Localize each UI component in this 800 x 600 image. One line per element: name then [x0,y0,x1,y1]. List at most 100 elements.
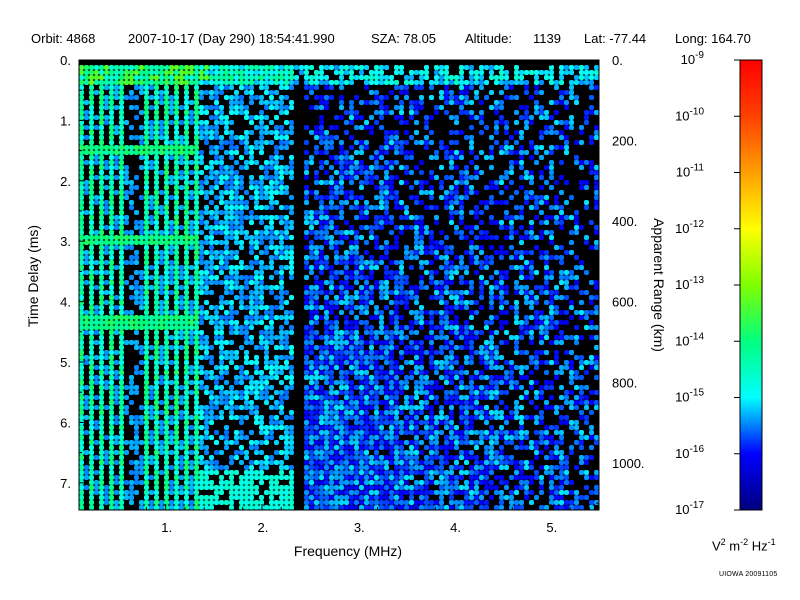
heat-cell [364,180,369,185]
heat-cell [314,135,319,140]
heat-cell [189,310,194,315]
heat-cell [259,100,264,105]
heat-cell [254,290,259,295]
heat-cell [214,500,219,505]
heat-cell [289,385,294,390]
heat-cell [379,65,384,70]
heat-cell [109,75,114,80]
heat-cell [444,175,449,180]
heat-cell [129,400,134,405]
heat-cell [264,505,269,510]
heat-cell [369,330,374,335]
heat-cell [169,395,174,400]
heat-cell [189,365,194,370]
heat-cell [339,145,344,150]
heat-cell [339,480,344,485]
heat-cell [444,435,449,440]
heat-cell [459,420,464,425]
heat-cell [259,180,264,185]
heat-cell [199,505,204,510]
heat-cell [89,265,94,270]
heat-cell [79,265,84,270]
heat-cell [134,450,139,455]
heat-cell [99,80,104,85]
heat-cell [284,505,289,510]
heat-cell [449,90,454,95]
heat-cell [209,405,214,410]
heat-cell [254,300,259,305]
heat-cell [154,125,159,130]
heat-cell [179,120,184,125]
heat-cell [249,380,254,385]
heat-cell [389,180,394,185]
heat-cell [194,320,199,325]
heat-cell [354,215,359,220]
heat-cell [134,85,139,90]
heat-cell [259,120,264,125]
heat-cell [474,495,479,500]
heat-cell [439,335,444,340]
heat-cell [219,265,224,270]
heat-cell [444,445,449,450]
heat-cell [389,460,394,465]
heat-cell [199,215,204,220]
heat-cell [234,70,239,75]
heat-cell [269,140,274,145]
heat-cell [304,285,309,290]
heat-cell [429,410,434,415]
heat-cell [424,395,429,400]
heat-cell [134,490,139,495]
heat-cell [474,350,479,355]
heat-cell [154,425,159,430]
heat-cell [304,65,309,70]
heat-cell [109,370,114,375]
heat-cell [469,425,474,430]
heat-cell [99,260,104,265]
heat-cell [134,460,139,465]
heat-cell [324,390,329,395]
heat-cell [199,190,204,195]
heat-cell [264,115,269,120]
heat-cell [209,320,214,325]
heat-cell [369,205,374,210]
heat-cell [234,110,239,115]
heat-cell [199,340,204,345]
heat-cell [154,290,159,295]
heat-cell [229,385,234,390]
heat-cell [79,205,84,210]
heat-cell [444,255,449,260]
heat-cell [209,345,214,350]
heat-cell [309,460,314,465]
heat-cell [304,440,309,445]
heat-cell [129,135,134,140]
heat-cell [459,385,464,390]
heat-cell [234,225,239,230]
heat-cell [164,110,169,115]
heat-cell [404,295,409,300]
heat-cell [149,235,154,240]
heat-cell [144,380,149,385]
heat-cell [394,415,399,420]
heat-cell [164,475,169,480]
heat-cell [324,415,329,420]
heat-cell [484,420,489,425]
heat-cell [174,70,179,75]
heat-cell [99,250,104,255]
heat-cell [429,270,434,275]
heat-cell [164,130,169,135]
heat-cell [434,105,439,110]
heat-cell [334,465,339,470]
heat-cell [249,175,254,180]
heat-cell [204,415,209,420]
heat-cell [144,275,149,280]
heat-cell [99,285,104,290]
heat-cell [199,90,204,95]
heat-cell [234,145,239,150]
heat-cell [324,410,329,415]
heat-cell [184,155,189,160]
heat-cell [154,380,159,385]
heat-cell [389,315,394,320]
heat-cell [369,125,374,130]
heat-cell [124,325,129,330]
heat-cell [429,450,434,455]
